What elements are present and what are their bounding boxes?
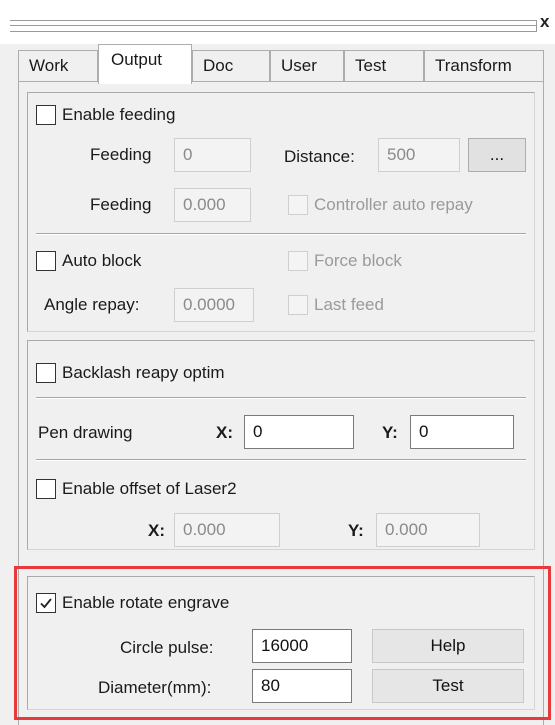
tab-user[interactable]: User bbox=[270, 50, 344, 82]
panel-title-strip: x bbox=[0, 0, 555, 44]
angle-repay-label: Angle repay: bbox=[44, 295, 140, 314]
force-block-label[interactable]: Force block bbox=[314, 251, 402, 271]
backlash-optim-checkbox[interactable] bbox=[36, 363, 56, 383]
feeding-secondary-label: Feeding bbox=[90, 195, 152, 214]
laser2-offset-checkbox[interactable] bbox=[36, 479, 56, 499]
grip-line[interactable] bbox=[10, 25, 537, 26]
close-icon[interactable]: x bbox=[540, 12, 549, 32]
laser2-x-field[interactable]: 0.000 bbox=[174, 513, 280, 547]
laser2-x-label: X: bbox=[148, 521, 165, 540]
tab-transform[interactable]: Transform bbox=[424, 50, 544, 82]
group-separator bbox=[36, 233, 526, 235]
enable-feeding-checkbox[interactable] bbox=[36, 105, 56, 125]
pen-laser-group: Backlash reapy optim Pen drawing X: 0 Y:… bbox=[27, 340, 535, 550]
feeding-field[interactable]: 0 bbox=[174, 138, 251, 172]
feeding-group: Enable feeding Feeding 0 Distance: 500 .… bbox=[27, 92, 535, 332]
pen-y-label: Y: bbox=[382, 423, 398, 442]
laser2-offset-label[interactable]: Enable offset of Laser2 bbox=[62, 479, 237, 499]
angle-repay-field[interactable]: 0.0000 bbox=[174, 288, 254, 322]
feeding-label: Feeding bbox=[90, 145, 152, 164]
last-feed-checkbox[interactable] bbox=[288, 295, 308, 315]
pen-y-field[interactable]: 0 bbox=[410, 415, 514, 449]
tab-test[interactable]: Test bbox=[344, 50, 424, 82]
backlash-optim-label[interactable]: Backlash reapy optim bbox=[62, 363, 225, 383]
enable-feeding-label[interactable]: Enable feeding bbox=[62, 105, 175, 125]
controller-auto-repay-label[interactable]: Controller auto repay bbox=[314, 195, 473, 215]
tab-doc[interactable]: Doc bbox=[192, 50, 270, 82]
group-separator bbox=[36, 397, 526, 399]
tab-strip: Work Output Doc User Test Transform bbox=[18, 44, 544, 84]
grip-line[interactable] bbox=[10, 31, 537, 32]
highlight-box bbox=[14, 566, 551, 720]
pen-x-field[interactable]: 0 bbox=[244, 415, 354, 449]
last-feed-label[interactable]: Last feed bbox=[314, 295, 384, 315]
output-settings-panel: x Work Output Doc User Test Transform En… bbox=[0, 0, 555, 725]
pen-x-label: X: bbox=[216, 423, 233, 442]
feeding-secondary-field[interactable]: 0.000 bbox=[174, 188, 251, 222]
force-block-checkbox[interactable] bbox=[288, 251, 308, 271]
distance-more-button[interactable]: ... bbox=[468, 138, 526, 172]
tab-output[interactable]: Output bbox=[98, 44, 192, 84]
controller-auto-repay-checkbox[interactable] bbox=[288, 195, 308, 215]
laser2-y-field[interactable]: 0.000 bbox=[376, 513, 480, 547]
grip-line[interactable] bbox=[10, 20, 537, 21]
group-separator bbox=[36, 459, 526, 461]
auto-block-label[interactable]: Auto block bbox=[62, 251, 141, 271]
pen-drawing-label: Pen drawing bbox=[38, 423, 133, 442]
auto-block-checkbox[interactable] bbox=[36, 251, 56, 271]
laser2-y-label: Y: bbox=[348, 521, 364, 540]
tab-work[interactable]: Work bbox=[18, 50, 98, 82]
grip-end bbox=[536, 20, 537, 32]
distance-field[interactable]: 500 bbox=[378, 138, 460, 172]
distance-label: Distance: bbox=[284, 147, 355, 166]
